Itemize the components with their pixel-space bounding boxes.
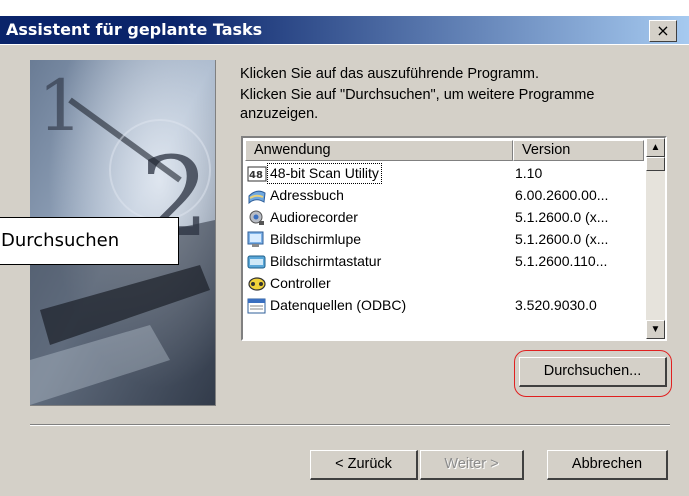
list-item-version: 6.00.2600.00...: [515, 187, 609, 203]
list-header: Anwendung Version: [245, 140, 644, 162]
list-item[interactable]: 48 48-bit Scan Utility 1.10: [245, 163, 644, 185]
svg-text:48: 48: [249, 170, 263, 181]
list-item-version: 3.520.9030.0: [515, 297, 597, 313]
window-title: Assistent für geplante Tasks: [6, 20, 263, 39]
close-icon: ×: [656, 21, 670, 40]
list-item-name: Adressbuch: [270, 187, 344, 203]
list-vertical-scrollbar[interactable]: ▲ ▼: [646, 138, 665, 339]
list-item[interactable]: Adressbuch 6.00.2600.00...: [245, 185, 644, 207]
list-rows: 48 48-bit Scan Utility 1.10 Adressbuch 6…: [245, 163, 644, 317]
list-item-version: 1.10: [515, 165, 543, 181]
arrow-down-icon: ▼: [650, 324, 661, 335]
list-item-version: 5.1.2600.0 (x...: [515, 209, 609, 225]
instruction-line-2: Klicken Sie auf "Durchsuchen", um weiter…: [240, 87, 595, 103]
controller-icon: [247, 275, 267, 293]
odbc-icon: [247, 297, 267, 315]
audio-recorder-icon: [247, 209, 267, 227]
list-item-name: Controller: [270, 275, 331, 291]
magnifier-icon: [247, 231, 267, 249]
list-item[interactable]: Bildschirmlupe 5.1.2600.0 (x...: [245, 229, 644, 251]
scroll-down-button[interactable]: ▼: [646, 320, 665, 339]
list-item[interactable]: Controller: [245, 273, 644, 295]
scroll-thumb[interactable]: [646, 157, 665, 171]
keyboard-icon: [247, 253, 267, 271]
column-header-application[interactable]: Anwendung: [245, 140, 513, 161]
cancel-button[interactable]: Abbrechen: [547, 450, 668, 480]
list-item-name: 48-bit Scan Utility: [267, 163, 382, 184]
next-button: Weiter >: [420, 450, 524, 480]
list-item-name: Bildschirmlupe: [270, 231, 362, 247]
browse-highlight-annotation: [514, 350, 672, 397]
instruction-line-1: Klicken Sie auf das auszuführende Progra…: [240, 66, 540, 82]
arrow-up-icon: ▲: [650, 142, 661, 153]
instruction-line-3: anzuzeigen.: [240, 106, 319, 122]
list-item[interactable]: Datenquellen (ODBC) 3.520.9030.0: [245, 295, 644, 317]
address-book-icon: [247, 187, 267, 205]
list-item-name: Datenquellen (ODBC): [270, 297, 407, 313]
scroll-up-button[interactable]: ▲: [646, 138, 665, 157]
close-button[interactable]: ×: [649, 20, 677, 42]
list-item[interactable]: Bildschirmtastatur 5.1.2600.110...: [245, 251, 644, 273]
list-item-name: Audiorecorder: [270, 209, 358, 225]
list-item-version: 5.1.2600.0 (x...: [515, 231, 609, 247]
scanner-icon: 48: [247, 165, 267, 183]
tooltip-callout: Durchsuchen: [0, 217, 179, 265]
button-separator: [30, 424, 670, 426]
title-bar: Assistent für geplante Tasks ×: [0, 0, 689, 45]
list-item-name: Bildschirmtastatur: [270, 253, 382, 269]
list-item[interactable]: Audiorecorder 5.1.2600.0 (x...: [245, 207, 644, 229]
program-list[interactable]: Anwendung Version 48 48-bit Scan Utility…: [241, 136, 667, 341]
list-item-version: 5.1.2600.110...: [515, 253, 608, 269]
back-button[interactable]: < Zurück: [310, 450, 418, 480]
column-header-version[interactable]: Version: [513, 140, 644, 161]
